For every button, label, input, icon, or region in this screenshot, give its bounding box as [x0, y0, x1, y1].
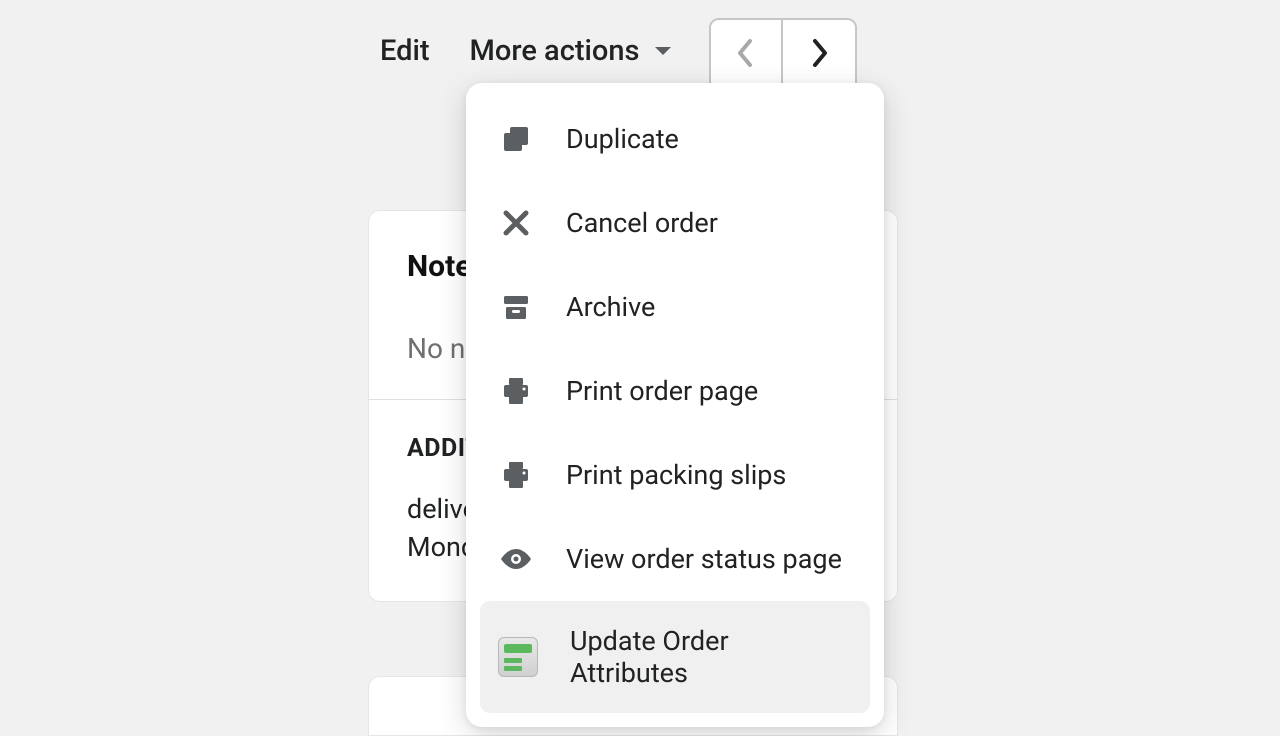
menu-item-label: Duplicate [566, 123, 679, 155]
eye-icon [498, 541, 534, 577]
nav-buttons [709, 18, 857, 92]
menu-item-cancel-order[interactable]: Cancel order [466, 181, 884, 265]
print-icon [498, 373, 534, 409]
duplicate-icon [498, 121, 534, 157]
menu-item-duplicate[interactable]: Duplicate [466, 97, 884, 181]
menu-item-label: Update Order Attributes [570, 625, 852, 689]
more-actions-dropdown: Duplicate Cancel order Archive Print ord… [466, 83, 884, 727]
archive-icon [498, 289, 534, 325]
menu-item-view-order-status[interactable]: View order status page [466, 517, 884, 601]
attributes-icon [498, 637, 538, 677]
more-actions-button[interactable]: More actions [470, 34, 674, 68]
print-icon [498, 457, 534, 493]
menu-item-label: Print order page [566, 375, 758, 407]
prev-button[interactable] [711, 20, 783, 90]
edit-button[interactable]: Edit [380, 34, 430, 68]
toolbar: Edit More actions [380, 34, 673, 68]
menu-item-print-order[interactable]: Print order page [466, 349, 884, 433]
chevron-right-icon [809, 37, 829, 73]
menu-item-label: Archive [566, 291, 655, 323]
menu-item-label: Cancel order [566, 207, 718, 239]
more-actions-label: More actions [470, 34, 640, 68]
menu-item-archive[interactable]: Archive [466, 265, 884, 349]
chevron-left-icon [736, 37, 756, 73]
menu-item-label: View order status page [566, 543, 842, 575]
caret-down-icon [653, 44, 673, 58]
next-button[interactable] [783, 20, 855, 90]
menu-item-label: Print packing slips [566, 459, 786, 491]
menu-item-print-packing-slips[interactable]: Print packing slips [466, 433, 884, 517]
menu-item-update-order-attributes[interactable]: Update Order Attributes [480, 601, 870, 713]
close-icon [498, 205, 534, 241]
